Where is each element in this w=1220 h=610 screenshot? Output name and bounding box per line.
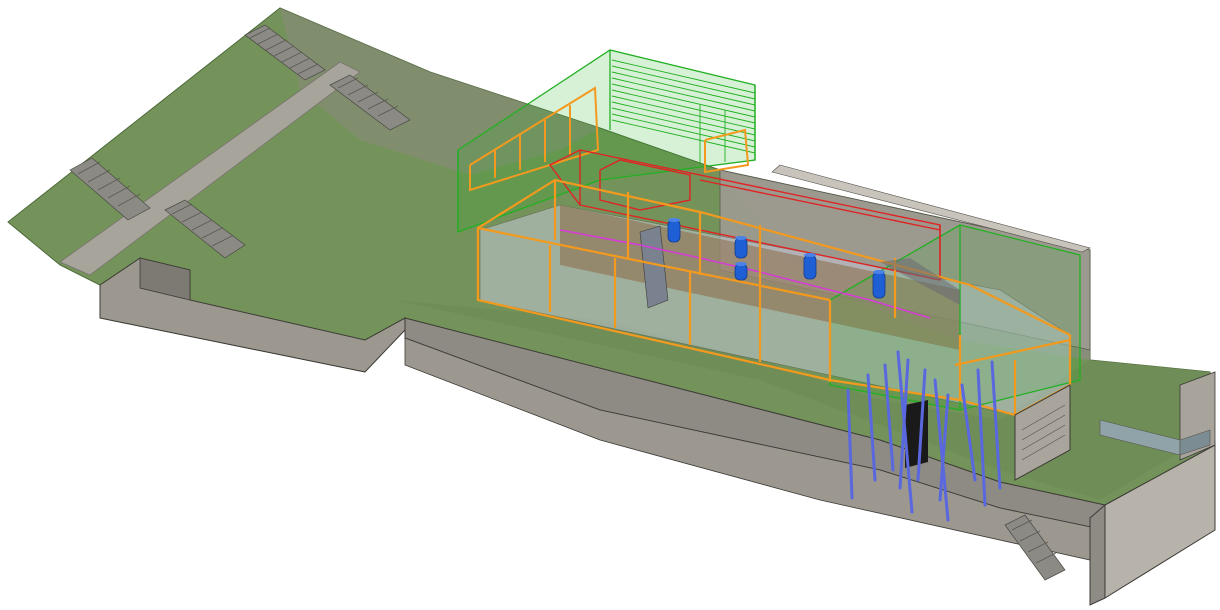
tank (667, 218, 681, 243)
tank (734, 236, 748, 259)
tank (734, 262, 748, 281)
isometric-building-model (7, 7, 1216, 606)
model-viewport[interactable] (0, 0, 1220, 610)
tank (872, 270, 886, 299)
tank (803, 253, 817, 280)
